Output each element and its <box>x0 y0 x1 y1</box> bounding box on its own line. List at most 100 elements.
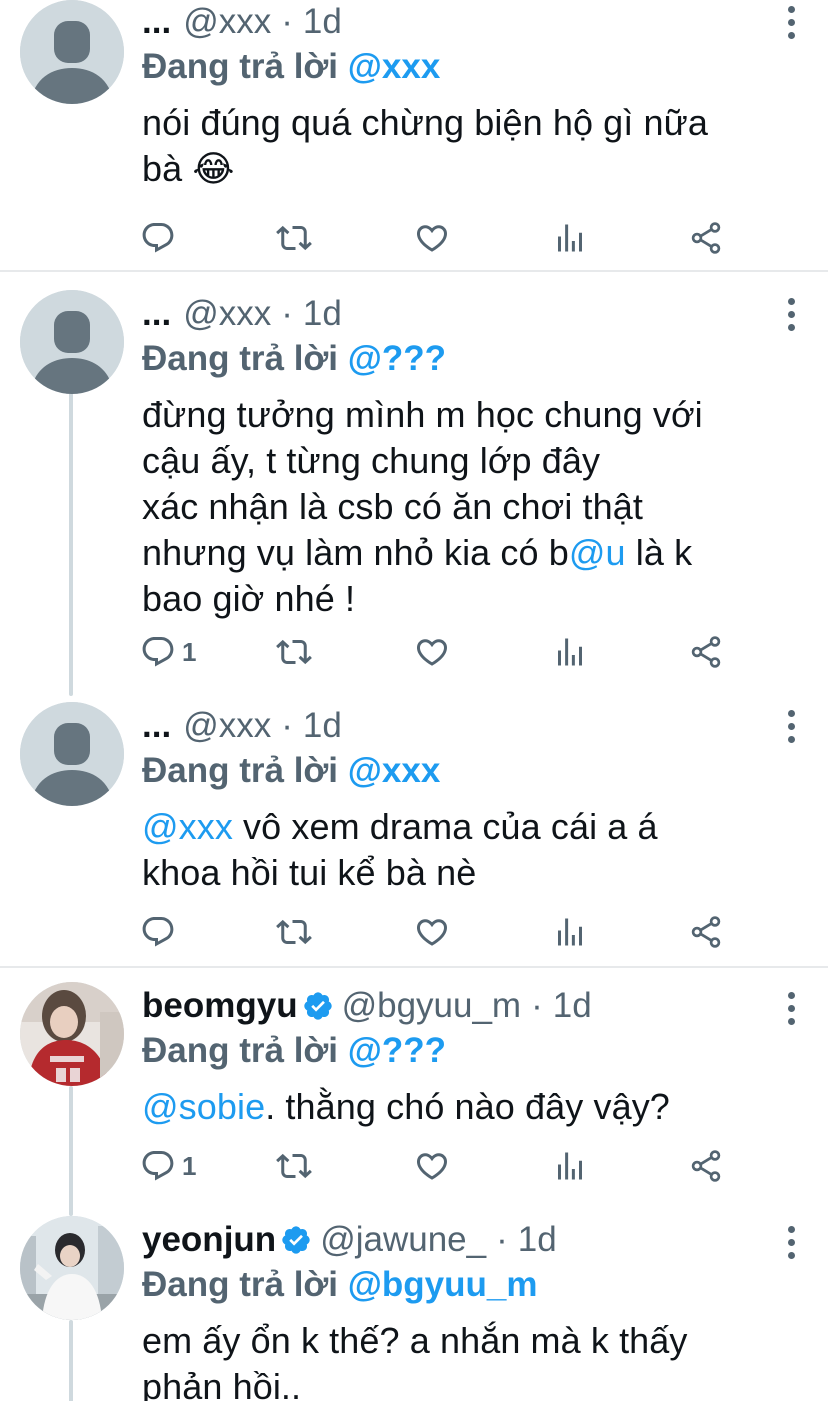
tweet[interactable]: yeonjun @jawune_ · 1d Đang trả lời @bgyu… <box>0 1202 828 1401</box>
reply-button[interactable] <box>140 912 176 952</box>
separator-dot: · <box>281 294 293 333</box>
retweet-button[interactable] <box>276 912 312 952</box>
tweet-actions: 1 <box>140 632 740 672</box>
separator-dot: · <box>281 706 293 745</box>
views-icon <box>552 220 588 256</box>
user-handle[interactable]: @bgyuu_m <box>342 985 522 1027</box>
tweet-text: @xxx vô xem drama của cái a á khoa hồi t… <box>142 804 768 896</box>
default-avatar-icon <box>20 0 124 104</box>
like-button[interactable] <box>414 1146 450 1186</box>
separator-dot: · <box>496 1220 508 1259</box>
retweet-button[interactable] <box>276 1146 312 1186</box>
user-handle[interactable]: @xxx <box>183 1 271 43</box>
share-button[interactable] <box>688 218 724 258</box>
replying-to: Đang trả lời @??? <box>142 1030 768 1072</box>
views-button[interactable] <box>552 218 588 258</box>
reply-icon <box>140 1148 176 1184</box>
tweet-text: @sobie. thằng chó nào đây vậy? <box>142 1084 768 1130</box>
reply-button[interactable] <box>140 218 176 258</box>
reply-count: 1 <box>182 1150 197 1181</box>
display-name[interactable]: ... <box>142 293 171 335</box>
avatar[interactable] <box>20 982 124 1086</box>
timestamp[interactable]: 1d <box>303 1 342 43</box>
timestamp[interactable]: 1d <box>553 985 592 1027</box>
retweet-button[interactable] <box>276 218 312 258</box>
more-options-icon[interactable] <box>788 1226 796 1260</box>
replying-to-mention[interactable]: @xxx <box>348 751 441 790</box>
views-button[interactable] <box>552 912 588 952</box>
replying-to-mention[interactable]: @??? <box>348 1031 446 1070</box>
user-photo-avatar <box>20 982 124 1086</box>
like-button[interactable] <box>414 218 450 258</box>
user-photo-avatar <box>20 1216 124 1320</box>
tweet-text-line: bao giờ nhé ! <box>142 578 356 619</box>
views-button[interactable] <box>552 632 588 672</box>
tweet[interactable]: ... @xxx · 1d Đang trả lời @xxx @xxx vô … <box>0 684 828 968</box>
display-name[interactable]: ... <box>142 705 171 747</box>
share-icon <box>688 1148 724 1184</box>
default-avatar-icon <box>20 702 124 806</box>
tweet-text-line: phản hồi.. <box>142 1366 302 1401</box>
replying-to: Đang trả lời @xxx <box>142 750 768 792</box>
views-icon <box>552 1148 588 1184</box>
heart-icon <box>414 220 450 256</box>
retweet-icon <box>276 1148 312 1184</box>
reply-icon <box>140 220 176 256</box>
tweet-header: ... @xxx · 1d <box>142 292 768 336</box>
more-options-icon[interactable] <box>788 710 796 744</box>
retweet-icon <box>276 634 312 670</box>
share-button[interactable] <box>688 912 724 952</box>
heart-icon <box>414 914 450 950</box>
user-handle[interactable]: @xxx <box>183 705 271 747</box>
replying-to-label: Đang trả lời <box>142 1031 339 1070</box>
share-button[interactable] <box>688 1146 724 1186</box>
display-name[interactable]: beomgyu <box>142 985 298 1027</box>
inline-mention[interactable]: @sobie <box>142 1086 265 1127</box>
tweet-text-fragment: là k <box>625 532 693 573</box>
user-handle[interactable]: @xxx <box>183 293 271 335</box>
tweet[interactable]: ... @xxx · 1d Đang trả lời @??? đừng tưở… <box>0 274 828 696</box>
tweet[interactable]: beomgyu @bgyuu_m · 1d Đang trả lời @??? … <box>0 970 828 1216</box>
views-icon <box>552 914 588 950</box>
tweet-header: ... @xxx · 1d <box>142 704 768 748</box>
tweet-text-fragment: . thằng chó nào đây vậy? <box>265 1086 670 1127</box>
heart-icon <box>414 634 450 670</box>
timestamp[interactable]: 1d <box>303 705 342 747</box>
inline-mention[interactable]: @xxx <box>142 806 233 847</box>
share-button[interactable] <box>688 632 724 672</box>
timestamp[interactable]: 1d <box>303 293 342 335</box>
replying-to-mention[interactable]: @xxx <box>348 47 441 86</box>
avatar[interactable] <box>20 702 124 806</box>
user-handle[interactable]: @jawune_ <box>320 1219 486 1261</box>
more-options-icon[interactable] <box>788 992 796 1026</box>
replying-to-label: Đang trả lời <box>142 1265 339 1304</box>
more-options-icon[interactable] <box>788 6 796 40</box>
share-icon <box>688 914 724 950</box>
verified-badge-icon <box>302 990 334 1022</box>
replying-to-mention[interactable]: @??? <box>348 339 446 378</box>
tweet-text-line: @xxx vô xem drama của cái a á <box>142 804 768 850</box>
tweet-header: yeonjun @jawune_ · 1d <box>142 1218 768 1262</box>
timestamp[interactable]: 1d <box>518 1219 557 1261</box>
like-button[interactable] <box>414 632 450 672</box>
thread-connector <box>69 1320 73 1401</box>
avatar[interactable] <box>20 290 124 394</box>
tweet-text-fragment: nhưng vụ làm nhỏ kia có b <box>142 532 569 573</box>
retweet-button[interactable] <box>276 632 312 672</box>
reply-icon <box>140 914 176 950</box>
views-button[interactable] <box>552 1146 588 1186</box>
display-name[interactable]: yeonjun <box>142 1219 276 1261</box>
like-button[interactable] <box>414 912 450 952</box>
tweet[interactable]: ... @xxx · 1d Đang trả lời @xxx nói đúng… <box>0 0 828 272</box>
avatar[interactable] <box>20 1216 124 1320</box>
replying-to: Đang trả lời @bgyuu_m <box>142 1264 768 1306</box>
replying-to: Đang trả lời @??? <box>142 338 768 380</box>
display-name[interactable]: ... <box>142 1 171 43</box>
avatar[interactable] <box>20 0 124 104</box>
share-icon <box>688 220 724 256</box>
more-options-icon[interactable] <box>788 298 796 332</box>
reply-button[interactable]: 1 <box>140 1146 196 1186</box>
reply-button[interactable]: 1 <box>140 632 196 672</box>
replying-to-mention[interactable]: @bgyuu_m <box>348 1265 538 1304</box>
inline-mention[interactable]: @u <box>569 532 626 573</box>
